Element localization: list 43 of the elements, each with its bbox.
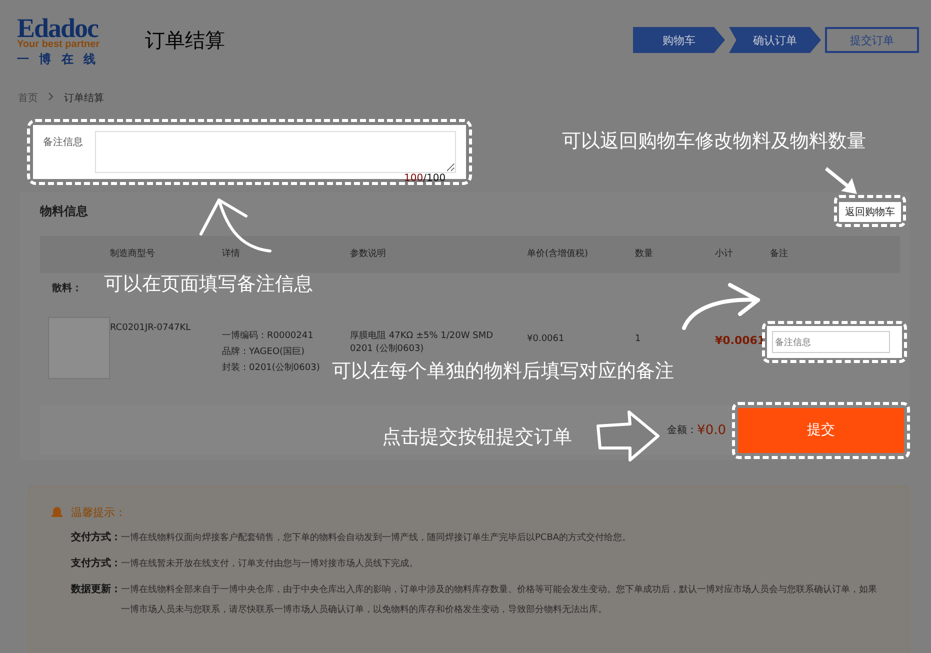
column-header: 详情: [222, 248, 241, 260]
progress-step: 提交订单: [825, 27, 919, 53]
column-header: 备注: [770, 248, 789, 260]
tip-text: 一博在线暂未开放在线支付，订单支付由您与一博对接市场人员线下完成。: [121, 558, 419, 571]
table-cell-text: 品牌：YAGEO(国巨): [222, 346, 305, 358]
total-label: 金额：: [667, 424, 698, 437]
tip-text: 一博在线物料仅面向焊接客户配套销售，您下单的物料会自动发到一博产线，随同焊接订单生产完毕后以PCBA的方式交付给您。: [121, 532, 632, 545]
breadcrumb-link[interactable]: 首页: [18, 91, 38, 105]
column-header: 小计: [715, 248, 734, 260]
tutorial-caption: 可以返回购物车修改物料及物料数量: [562, 129, 866, 154]
remark-label: 备注信息: [43, 136, 83, 149]
tip-label: 支付方式：: [71, 556, 121, 571]
tip-label: 数据更新：: [71, 582, 121, 597]
item-remark-field[interactable]: 备注信息: [772, 331, 890, 353]
remark-input-field[interactable]: [95, 131, 456, 173]
table-cell-text: 厚膜电阻 47KΩ ±5% 1/20W SMD 0201 (公制0603): [350, 330, 494, 355]
tips-title: 温馨提示：: [71, 505, 126, 520]
column-header: 参数说明: [350, 248, 387, 260]
table-cell-text: 1: [635, 334, 642, 344]
total-amount: ¥0.0: [697, 422, 726, 438]
progress-step: 购物车: [633, 27, 725, 53]
logo: Edadoc Your best partner 一 博 在 线: [17, 15, 101, 65]
table-cell-text: ¥0.0061: [527, 334, 566, 344]
table-cell-text: 封装：0201(公制0603): [222, 362, 320, 374]
column-header: 数量: [635, 248, 654, 260]
bell-icon: [51, 507, 63, 518]
page-title: 订单结算: [145, 26, 225, 54]
tutorial-caption: 点击提交按钮提交订单: [382, 425, 572, 450]
tutorial-caption: 可以在页面填写备注信息: [104, 272, 313, 297]
column-header: 单价(含增值税): [527, 248, 590, 260]
group-label: 散料：: [52, 282, 82, 295]
progress-step: 确认订单: [729, 27, 821, 53]
subtotal-cell-text: ¥0.0061: [715, 334, 766, 347]
column-header: 制造商型号: [110, 248, 156, 260]
character-counter: 100/100: [404, 173, 447, 184]
section-title: 物料信息: [40, 202, 88, 220]
tip-text: 一博在线物料全部来自于一博中央仓库，由于中央仓库出入库的影响，订单中涉及的物料库存数量、价格等可能会发生变动。您下单成功后，默认一博对应市场人员会与您联系确认订单，如果一博市场人员未与您联系，请尽快联系一博市场人员确认订单，以免物料的库存和价格发生变动，导致部分物料无法出库。: [121, 584, 878, 617]
tip-label: 交付方式：: [71, 530, 121, 545]
table-cell-text: RC0201JR-0747KL: [110, 323, 192, 333]
back-to-cart-button[interactable]: 返回购物车: [839, 202, 901, 222]
submit-button[interactable]: 提交: [738, 408, 904, 452]
table-cell-text: 一博编码：R0000241: [222, 330, 314, 342]
tutorial-caption: 可以在每个单独的物料后填写对应的备注: [332, 359, 674, 384]
